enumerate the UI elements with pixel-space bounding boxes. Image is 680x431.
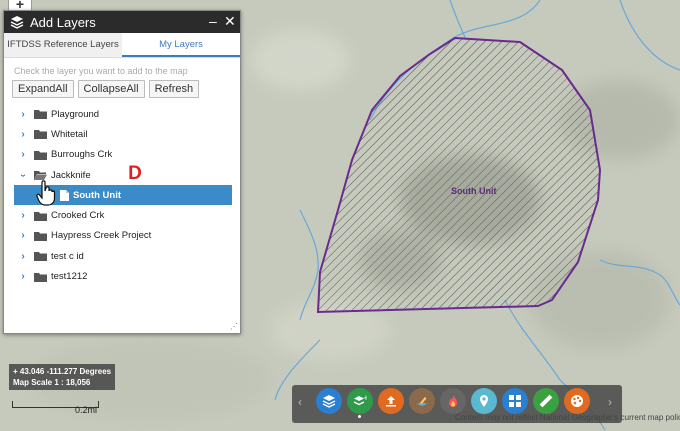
tree-item-test1212[interactable]: › test1212 (4, 266, 240, 286)
upload-icon (386, 396, 396, 407)
svg-text:+: + (363, 394, 367, 402)
resize-handle[interactable]: ⋰ (230, 322, 238, 331)
add-layers-panel: Add Layers – ✕ IFTDSS Reference Layers M… (3, 10, 241, 334)
tree-item-label: Burroughs Crk (51, 149, 113, 161)
marker-icon (480, 395, 488, 407)
measure-button[interactable] (533, 388, 559, 414)
chevron-right-icon[interactable]: › (18, 210, 28, 221)
edit-layer-button[interactable] (409, 388, 435, 414)
folder-icon (34, 109, 47, 120)
folder-icon (34, 150, 47, 160)
map-scale-text: Map Scale 1 : 18,056 (13, 378, 91, 387)
tree-item-label: Haypress Creek Project (51, 230, 152, 242)
palette-icon (571, 395, 583, 407)
tab-my-layers[interactable]: My Layers (122, 33, 240, 57)
coordinates-text: 43.046 -111.277 Degrees (19, 367, 112, 376)
layers-icon (10, 15, 24, 29)
chevron-right-icon[interactable]: › (18, 109, 28, 120)
chevron-right-icon[interactable]: › (18, 149, 28, 160)
tree-item-label: test1212 (51, 271, 88, 283)
map-attribution: Content may not reflect National Geograp… (455, 413, 680, 422)
tree-item-label: South Unit (73, 189, 122, 201)
tree-item-label: test c id (51, 250, 84, 262)
toolbar-next-icon[interactable]: › (608, 395, 612, 409)
tree-item-label: Crooked Crk (51, 210, 105, 222)
tree-item-label: Whitetail (51, 128, 88, 140)
chevron-right-icon[interactable]: › (18, 251, 28, 262)
edit-layer-icon (417, 397, 427, 406)
crosshair-icon: + (13, 367, 18, 376)
folder-icon (34, 211, 47, 221)
toolbar-prev-icon[interactable]: ‹ (298, 395, 302, 409)
folder-icon (34, 272, 47, 282)
fire-icon (449, 395, 457, 407)
scale-bar-label: 0.2mi (74, 405, 97, 415)
tree-item-haypress-creek[interactable]: › Haypress Creek Project (4, 226, 240, 246)
folder-icon (34, 129, 47, 140)
coordinate-readout: + 43.046 -111.277 Degrees Map Scale 1 : … (9, 364, 116, 390)
panel-header[interactable]: Add Layers – ✕ (4, 11, 240, 33)
expand-all-button[interactable]: ExpandAll (12, 80, 74, 98)
chevron-right-icon[interactable]: › (18, 271, 28, 282)
tree-item-label: Jackknife (51, 169, 91, 181)
hand-cursor-icon (36, 180, 56, 209)
panel-tabs: IFTDSS Reference Layers My Layers (4, 33, 240, 58)
marker-button[interactable] (471, 388, 497, 414)
tree-item-playground[interactable]: › Playground (4, 104, 240, 124)
add-layers-button[interactable]: + (347, 388, 373, 414)
chevron-down-icon[interactable]: › (18, 170, 29, 180)
tree-actions: ExpandAll CollapseAll Refresh (4, 78, 240, 98)
collapse-all-button[interactable]: CollapseAll (77, 80, 145, 98)
instruction-text: Check the layer you want to add to the m… (14, 66, 188, 76)
layers-button[interactable] (316, 388, 342, 414)
step-badge: D (124, 163, 146, 185)
refresh-button[interactable]: Refresh (148, 80, 200, 98)
layers-icon (322, 395, 336, 408)
document-icon (60, 189, 69, 201)
chevron-right-icon[interactable]: › (18, 129, 28, 140)
tree-item-label: Playground (51, 108, 100, 120)
chevron-right-icon[interactable]: › (18, 230, 28, 241)
add-layers-icon: + (353, 394, 367, 406)
panel-title: Add Layers (30, 14, 96, 30)
upload-button[interactable] (378, 388, 404, 414)
polygon-label: South Unit (451, 186, 497, 196)
scale-bar: 0.2mi (12, 399, 99, 415)
grid-button[interactable] (502, 388, 528, 414)
minimize-button[interactable]: – (209, 13, 217, 29)
toolbar-page-indicator (358, 415, 361, 418)
close-button[interactable]: ✕ (224, 13, 236, 30)
palette-button[interactable] (564, 388, 590, 414)
folder-icon (34, 251, 47, 262)
fire-button[interactable] (440, 388, 466, 414)
measure-icon (539, 394, 553, 408)
folder-icon (34, 231, 47, 241)
folder-open-icon (34, 170, 47, 181)
tree-item-test-c-id[interactable]: › test c id (4, 246, 240, 266)
tab-reference-layers[interactable]: IFTDSS Reference Layers (4, 33, 122, 57)
tree-item-whitetail[interactable]: › Whitetail (4, 124, 240, 144)
grid-icon (509, 395, 521, 407)
tree-item-burroughs-crk[interactable]: › Burroughs Crk (4, 145, 240, 165)
